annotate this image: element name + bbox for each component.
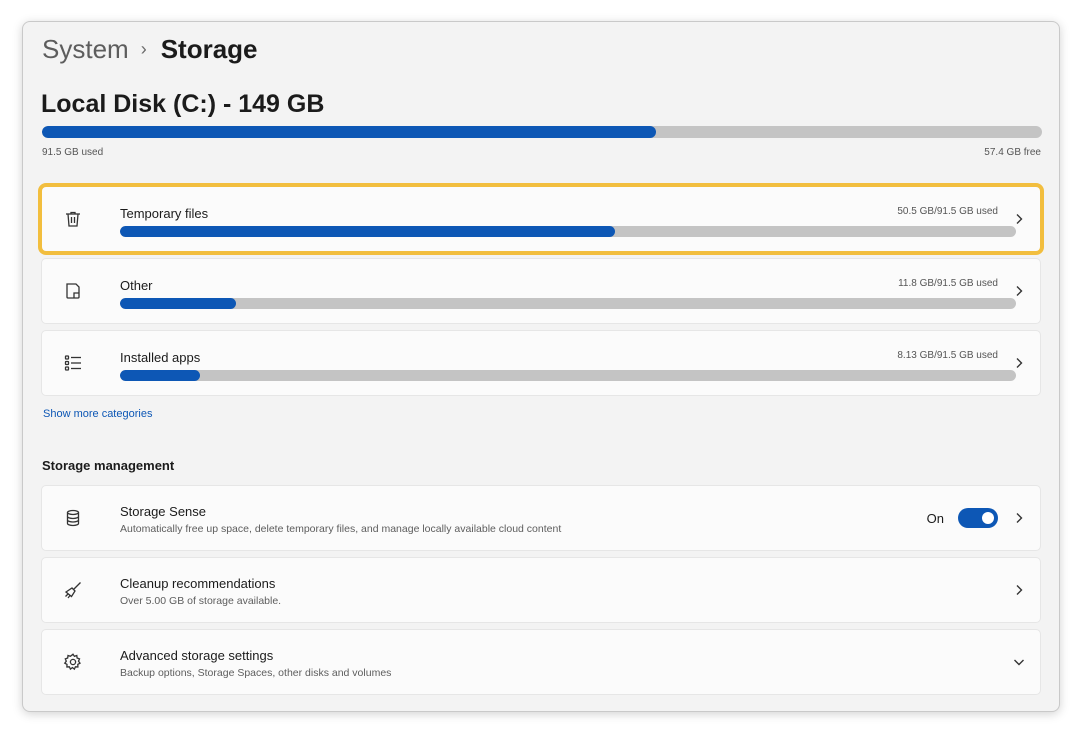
chevron-right-icon [1012,511,1026,525]
storage-sense-toggle[interactable] [958,508,998,528]
category-usage-bar-fill [120,370,200,381]
advanced-storage-settings-description: Backup options, Storage Spaces, other di… [120,667,392,679]
storage-sense-toggle-group: On [927,508,998,528]
category-usage-bar [120,298,1016,309]
advanced-storage-settings-row[interactable]: Advanced storage settings Backup options… [41,629,1041,695]
gear-icon [61,650,85,674]
category-usage: 50.5 GB/91.5 GB used [897,206,998,217]
chevron-right-icon [1012,284,1026,298]
document-icon [61,279,85,303]
page-title: Storage [160,33,258,64]
category-temporary-files[interactable]: Temporary files 50.5 GB/91.5 GB used [41,186,1041,252]
chevron-right-icon [1012,356,1026,370]
breadcrumb-separator-icon: › [140,38,147,59]
chevron-right-icon [1012,583,1026,597]
advanced-storage-settings-title: Advanced storage settings [120,648,274,663]
trash-icon [61,207,85,231]
show-more-categories-link[interactable]: Show more categories [43,408,152,420]
storage-sense-row[interactable]: Storage Sense Automatically free up spac… [41,485,1041,551]
cleanup-recommendations-title: Cleanup recommendations [120,576,276,591]
category-usage: 8.13 GB/91.5 GB used [897,350,998,361]
toggle-knob [982,512,994,524]
category-usage-bar-fill [120,226,615,237]
storage-management-heading: Storage management [42,458,175,473]
category-other[interactable]: Other 11.8 GB/91.5 GB used [41,258,1041,324]
storage-sense-title: Storage Sense [120,504,207,519]
chevron-down-icon [1012,655,1026,669]
chevron-right-icon [1012,212,1026,226]
category-usage-bar [120,370,1016,381]
category-installed-apps[interactable]: Installed apps 8.13 GB/91.5 GB used [41,330,1041,396]
settings-window: System › Storage Local Disk (C:) - 149 G… [22,21,1060,712]
category-usage-bar [120,226,1016,237]
cleanup-recommendations-row[interactable]: Cleanup recommendations Over 5.00 GB of … [41,557,1041,623]
breadcrumb: System › Storage [42,33,258,65]
list-icon [61,351,85,375]
category-label: Other [120,278,153,293]
cleanup-recommendations-description: Over 5.00 GB of storage available. [120,595,282,607]
disk-title: Local Disk (C:) - 149 GB [41,90,325,118]
disk-free-label: 57.4 GB free [984,147,1041,158]
disk-usage-bar [42,126,1042,138]
disk-usage-bar-fill [42,126,656,138]
storage-sense-description: Automatically free up space, delete temp… [120,523,562,535]
category-usage: 11.8 GB/91.5 GB used [898,278,998,289]
disk-used-label: 91.5 GB used [42,147,104,158]
breadcrumb-system-link[interactable]: System [42,34,129,65]
category-label: Installed apps [120,350,201,365]
broom-icon [61,578,85,602]
category-usage-bar-fill [120,298,236,309]
toggle-state-label: On [926,510,944,526]
category-label: Temporary files [120,206,209,221]
database-icon [61,506,85,530]
